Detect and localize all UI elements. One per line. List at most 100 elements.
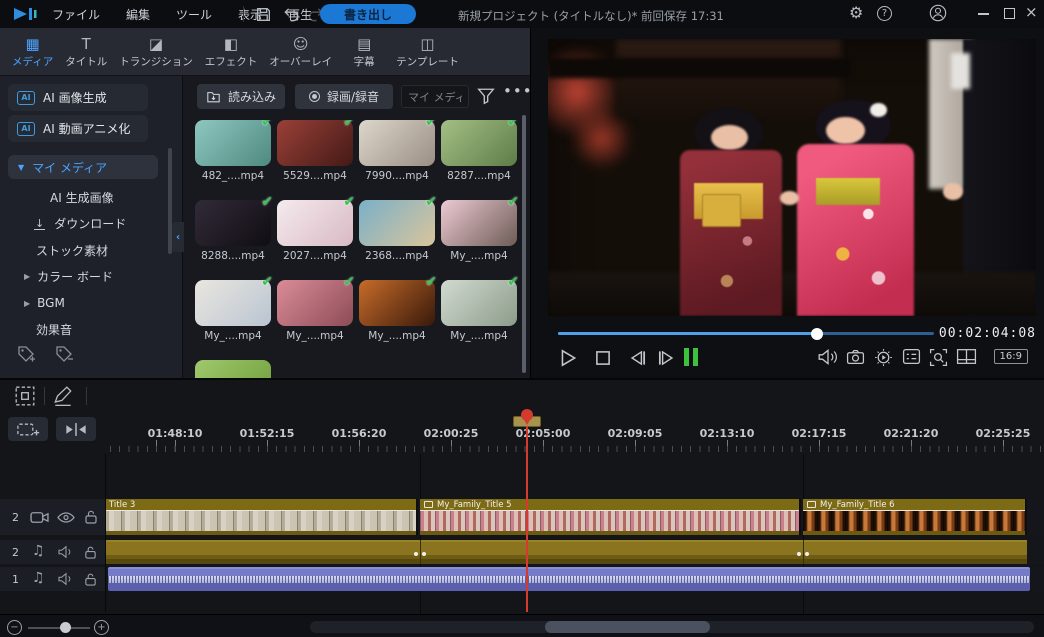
sidebar-item[interactable]: ストック素材	[0, 237, 176, 264]
ai-image-generation-button[interactable]: AI AI 画像生成	[8, 84, 148, 111]
remove-tag-icon[interactable]	[54, 344, 74, 362]
media-thumbnail[interactable]: ✔	[441, 280, 517, 326]
room-tab-title[interactable]: Tタイトル	[59, 28, 113, 76]
close-button[interactable]: ×	[1025, 3, 1038, 21]
zoom-in-button[interactable]: +	[94, 620, 109, 635]
media-thumbnail[interactable]: ✔	[359, 200, 435, 246]
media-item[interactable]: ✔My_....mp4	[441, 280, 517, 348]
pause-indicator-icon[interactable]	[684, 348, 698, 366]
bgm-audio-clip[interactable]	[108, 567, 1030, 591]
keyframe-dot[interactable]	[422, 552, 426, 556]
media-item[interactable]: ✔2368....mp4	[359, 200, 435, 268]
add-tag-icon[interactable]	[16, 344, 36, 362]
add-track-button[interactable]	[8, 417, 48, 441]
menu-item[interactable]: 編集	[126, 6, 150, 23]
media-thumbnail[interactable]: ✔	[277, 120, 353, 166]
room-tab-effect[interactable]: ◧エフェクト	[199, 28, 264, 76]
split-clip-button[interactable]	[56, 417, 96, 441]
speaker-mute-icon[interactable]	[57, 572, 75, 586]
media-item[interactable]: ✔My_....mp4	[441, 200, 517, 268]
lock-track-icon[interactable]	[84, 545, 97, 560]
more-options-icon[interactable]: •••	[503, 82, 530, 100]
media-thumbnail[interactable]: ✔	[195, 120, 271, 166]
timeline-zoom-slider[interactable]	[28, 627, 90, 629]
keyframe-tool-icon[interactable]	[14, 385, 36, 407]
media-thumbnail[interactable]: ✔	[277, 280, 353, 326]
room-tab-transition[interactable]: ◪トランジション	[113, 28, 199, 76]
video-track-header[interactable]: 2	[0, 499, 105, 535]
sidebar-collapse-chevron[interactable]: ‹	[172, 222, 184, 252]
audio-track-1-header[interactable]: 1 ♫	[0, 567, 105, 591]
stop-button[interactable]	[593, 348, 613, 368]
details-view-icon[interactable]	[902, 348, 921, 365]
audio-track-2-header[interactable]: 2 ♫	[0, 540, 105, 564]
preview-seek-bar[interactable]	[558, 332, 934, 335]
sidebar-item[interactable]: AI 生成画像	[0, 184, 176, 211]
audio-track-2-lane[interactable]	[105, 540, 1044, 564]
volume-icon[interactable]	[817, 348, 839, 366]
audio-track-1-lane[interactable]	[105, 567, 1044, 591]
media-thumbnail[interactable]: ✔	[359, 280, 435, 326]
playhead-line[interactable]	[526, 426, 528, 612]
minimize-button[interactable]	[978, 13, 989, 15]
media-item[interactable]: ✔2027....mp4	[277, 200, 353, 268]
pen-tool-icon[interactable]	[52, 385, 74, 407]
next-frame-button[interactable]	[656, 348, 678, 368]
snapshot-camera-icon[interactable]	[846, 348, 865, 366]
media-thumbnail[interactable]: ✔	[441, 120, 517, 166]
media-item[interactable]: ✔7990....mp4	[359, 120, 435, 188]
media-item[interactable]	[195, 360, 271, 378]
timeline-clip[interactable]: My_Family_Title 6	[803, 499, 1027, 535]
ai-video-anime-button[interactable]: AI AI 動画アニメ化	[8, 115, 148, 142]
media-item[interactable]: ✔5529....mp4	[277, 120, 353, 188]
seek-knob[interactable]	[811, 328, 823, 340]
keyframe-dot[interactable]	[805, 552, 809, 556]
save-icon[interactable]	[255, 6, 272, 23]
maximize-button[interactable]	[1004, 8, 1015, 19]
import-media-button[interactable]: 読み込み	[197, 84, 285, 109]
timeline-zoom-knob[interactable]	[60, 622, 71, 633]
playhead-pin[interactable]	[521, 409, 533, 421]
sidebar-item[interactable]: ▶カラー ボード	[0, 264, 176, 291]
keyframe-dot[interactable]	[414, 552, 418, 556]
aspect-ratio-badge[interactable]: 16:9	[994, 349, 1028, 364]
media-item[interactable]: ✔My_....mp4	[359, 280, 435, 348]
media-item[interactable]: ✔482_....mp4	[195, 120, 271, 188]
settings-gear-icon[interactable]: ⚙	[849, 3, 863, 22]
room-tab-subtitle[interactable]: ▤字幕	[338, 28, 390, 76]
timeline-clip[interactable]: Title 3	[105, 499, 418, 535]
speaker-mute-icon[interactable]	[57, 545, 75, 559]
media-item[interactable]: ✔My_....mp4	[277, 280, 353, 348]
room-tab-template[interactable]: ◫テンプレート	[390, 28, 465, 76]
play-button[interactable]	[558, 348, 578, 368]
sidebar-item[interactable]: 効果音	[0, 317, 176, 344]
undo-icon[interactable]	[283, 6, 300, 23]
video-track-lane[interactable]: Title 3My_Family_Title 5My_Family_Title …	[105, 499, 1044, 535]
room-tab-overlay[interactable]: ☺オーバーレイ	[263, 28, 338, 76]
lock-track-icon[interactable]	[84, 509, 98, 525]
timeline-horizontal-scrollbar[interactable]	[310, 621, 1034, 633]
help-icon[interactable]: ?	[877, 6, 892, 21]
media-thumbnail[interactable]: ✔	[359, 120, 435, 166]
menu-item[interactable]: ツール	[176, 6, 212, 23]
sidebar-item[interactable]: ▶BGM	[0, 290, 176, 317]
user-account-icon[interactable]	[929, 4, 947, 22]
media-thumbnail[interactable]	[195, 360, 271, 378]
menu-item[interactable]: ファイル	[52, 6, 100, 23]
scrollbar-thumb[interactable]	[545, 621, 710, 633]
audio-clip[interactable]	[105, 540, 1027, 564]
sidebar-item-my-media[interactable]: ▼ マイ メディア	[8, 155, 158, 179]
eye-visibility-icon[interactable]	[57, 511, 75, 524]
lock-track-icon[interactable]	[84, 572, 97, 587]
preview-video[interactable]	[548, 39, 1036, 316]
timeline-clip[interactable]: My_Family_Title 5	[420, 499, 801, 535]
preview-zoom-icon[interactable]	[929, 348, 948, 367]
filter-funnel-icon[interactable]	[477, 87, 495, 105]
render-preview-icon[interactable]	[874, 348, 893, 367]
media-scrollbar[interactable]	[522, 115, 526, 373]
room-tab-media[interactable]: ▦メディア	[6, 28, 59, 76]
dual-preview-icon[interactable]	[956, 348, 977, 365]
sidebar-item[interactable]: ↓ダウンロード	[0, 211, 176, 238]
record-button[interactable]: 録画/録音	[295, 84, 393, 109]
zoom-out-button[interactable]: −	[7, 620, 22, 635]
